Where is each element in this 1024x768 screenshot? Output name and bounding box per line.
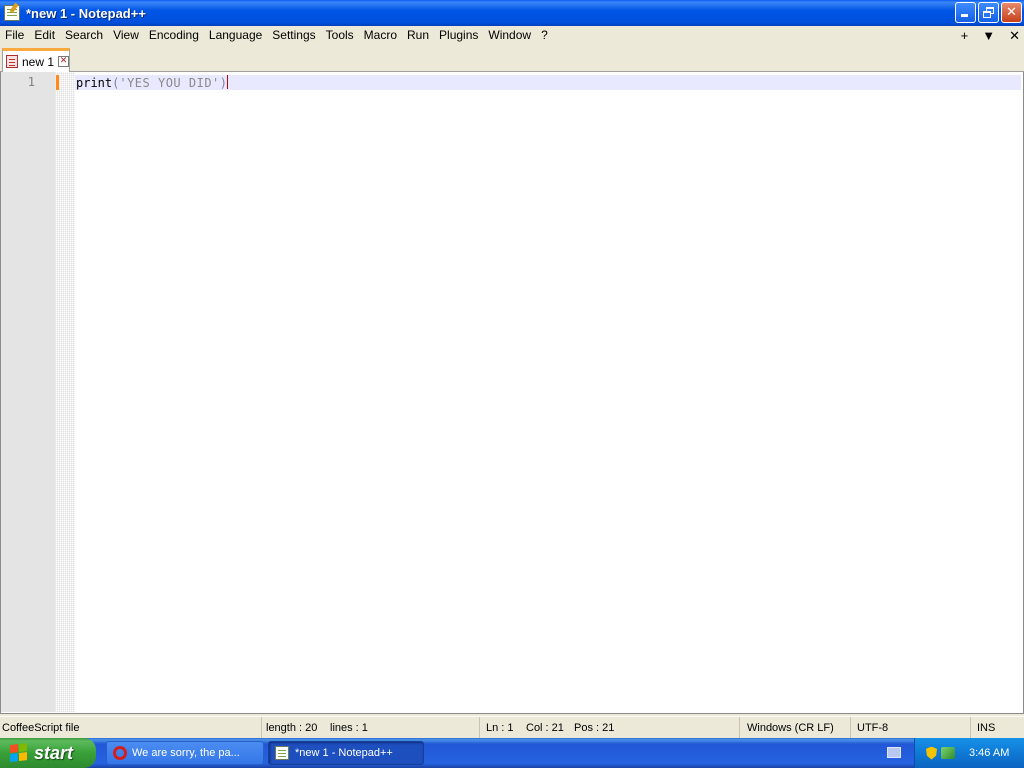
code-string: 'YES YOU DID' xyxy=(119,76,220,90)
minimize-button[interactable] xyxy=(955,2,976,23)
status-file-type: CoffeeScript file xyxy=(0,717,262,739)
start-button[interactable]: start xyxy=(0,738,96,768)
clock[interactable]: 3:46 AM xyxy=(969,747,1009,759)
windows-logo-icon xyxy=(10,743,28,763)
change-history-marker xyxy=(56,75,59,90)
close-window-button[interactable]: ✕ xyxy=(1001,2,1022,23)
fold-margin[interactable] xyxy=(55,72,75,712)
keyboard-icon[interactable] xyxy=(887,747,901,758)
network-icon[interactable] xyxy=(941,747,955,759)
status-insert-mode: INS xyxy=(977,722,996,734)
tab-bar: new 1 ✕ xyxy=(0,45,1024,72)
code-function: print xyxy=(76,76,113,90)
menu-help[interactable]: ? xyxy=(536,26,553,45)
status-line: Ln : 1 xyxy=(486,722,514,734)
security-shield-icon[interactable] xyxy=(926,746,937,760)
code-line[interactable]: print('YES YOU DID') xyxy=(76,75,229,91)
close-icon: ✕ xyxy=(1006,5,1017,20)
status-position: Pos : 21 xyxy=(572,717,740,739)
line-number: 1 xyxy=(27,75,35,89)
status-column: Col : 21 xyxy=(526,722,564,734)
restore-button[interactable] xyxy=(978,2,999,23)
menu-language[interactable]: Language xyxy=(204,26,267,45)
tab-label: new 1 xyxy=(22,54,55,69)
status-eol: Windows (CR LF) xyxy=(745,717,851,739)
menu-plugins[interactable]: Plugins xyxy=(434,26,483,45)
menu-run[interactable]: Run xyxy=(402,26,434,45)
menu-window[interactable]: Window xyxy=(483,26,536,45)
close-document-button[interactable]: ✕ xyxy=(1009,28,1020,44)
restore-icon-front xyxy=(983,11,991,18)
opera-icon xyxy=(113,746,127,760)
taskbar-button-label: *new 1 - Notepad++ xyxy=(295,747,393,759)
taskbar-button-label: We are sorry, the pa... xyxy=(132,747,240,759)
menu-file[interactable]: File xyxy=(0,26,29,45)
menu-bar: File Edit Search View Encoding Language … xyxy=(0,26,1024,45)
menu-macro[interactable]: Macro xyxy=(359,26,402,45)
menu-edit[interactable]: Edit xyxy=(29,26,60,45)
menu-tools[interactable]: Tools xyxy=(321,26,359,45)
text-caret xyxy=(227,75,229,89)
taskbar-opera-window[interactable]: We are sorry, the pa... xyxy=(106,741,264,765)
add-tab-button[interactable]: + xyxy=(961,28,969,43)
system-tray: 3:46 AM xyxy=(914,738,1024,768)
status-encoding: UTF-8 xyxy=(855,717,971,739)
window-controls: ✕ xyxy=(955,2,1022,23)
menu-view[interactable]: View xyxy=(108,26,144,45)
menu-encoding[interactable]: Encoding xyxy=(144,26,204,45)
menu-right-controls: + ▼ ✕ xyxy=(961,26,1020,45)
tab-new-1[interactable]: new 1 ✕ xyxy=(2,48,70,72)
notepad-icon xyxy=(275,746,289,760)
minimize-icon xyxy=(961,14,968,17)
title-bar[interactable]: *new 1 - Notepad++ ✕ xyxy=(0,0,1024,26)
code-paren-close: ) xyxy=(219,76,228,90)
taskbar-notepad-window[interactable]: *new 1 - Notepad++ xyxy=(268,741,424,765)
window-title: *new 1 - Notepad++ xyxy=(26,5,146,21)
menu-settings[interactable]: Settings xyxy=(267,26,320,45)
tab-list-dropdown-icon[interactable]: ▼ xyxy=(982,28,995,43)
start-label: start xyxy=(34,742,74,763)
editor-area[interactable]: 1 print('YES YOU DID') xyxy=(0,72,1024,714)
status-length: length : 20 xyxy=(266,722,318,734)
line-number-gutter: 1 xyxy=(1,72,55,712)
status-lines: lines : 1 xyxy=(328,717,480,739)
status-bar: CoffeeScript file length : 20 lines : 1 … xyxy=(0,716,1024,739)
unsaved-document-icon xyxy=(6,55,18,68)
notepad-app-icon[interactable] xyxy=(4,5,20,21)
taskbar: start We are sorry, the pa... *new 1 - N… xyxy=(0,738,1024,768)
menu-search[interactable]: Search xyxy=(60,26,108,45)
tab-close-icon[interactable]: ✕ xyxy=(58,56,70,67)
